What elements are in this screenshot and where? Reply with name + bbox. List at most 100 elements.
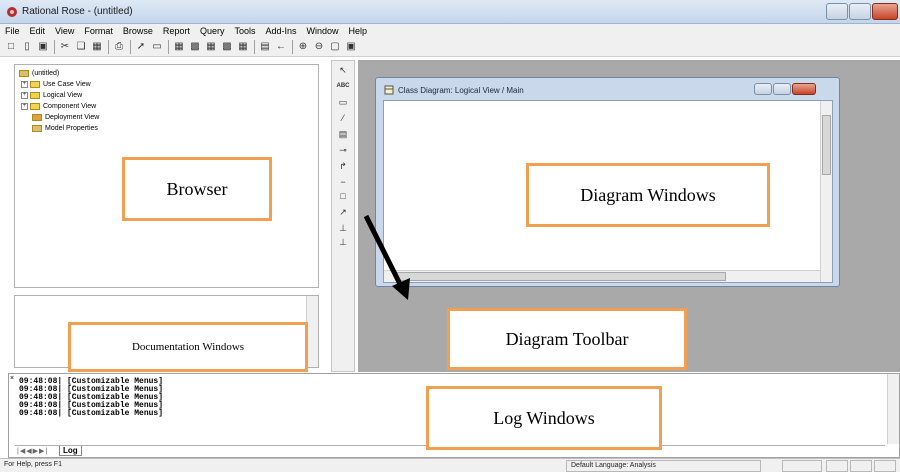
menu-help[interactable]: Help [344,24,373,38]
tab-log[interactable]: Log [59,446,82,456]
log-line: 09:48:08| [Customizable Menus] [19,409,164,418]
rose-app-icon [7,7,17,17]
menu-window[interactable]: Window [302,24,344,38]
properties-icon [32,124,42,132]
new-file-icon[interactable]: □ [4,40,18,54]
selection-arrow-icon[interactable]: ↖ [336,63,350,77]
save-icon[interactable]: ▣ [36,40,50,54]
folder-icon [30,102,40,110]
note-tool-icon[interactable]: ▭ [336,95,350,109]
callout-diagram-toolbar: Diagram Toolbar [447,308,687,370]
copy-icon[interactable]: ❏ [74,40,88,54]
tree-item-deployment-view[interactable]: Deployment View [32,112,99,123]
scrollbar-thumb[interactable] [822,115,831,175]
tree-item-model-properties[interactable]: Model Properties [32,123,98,134]
browse-deployment-diagram-icon[interactable]: ▦ [236,40,250,54]
tab-scroll-arrows-icon[interactable]: |◀◀▶▶| [17,447,48,455]
class-tool-icon[interactable]: ▤ [336,127,350,141]
log-scrollbar[interactable] [887,374,899,444]
cut-icon[interactable]: ✂ [58,40,72,54]
diagram-minimize-button[interactable] [754,83,772,95]
diagram-toolbar: ↖ ABC ▭ ⁄ ▤ ⊸ ↱ − □ ↗ ⊥ ⊥ [331,60,355,372]
toolbar-separator [108,40,109,54]
minimize-button[interactable] [826,3,848,20]
diagram-window-title: Class Diagram: Logical View / Main [398,86,524,95]
standard-toolbar: □ ▯ ▣ ✂ ❏ ▦ ⎙ ➚ ▭ ▦ ▩ ▦ ▩ ▦ ▤ ← ⊕ ⊖ ▢ ▣ [0,38,900,57]
realize-tool-icon[interactable]: ⊥ [336,235,350,249]
status-panel [874,460,896,472]
dependency-tool-icon[interactable]: ↗ [336,205,350,219]
expand-icon[interactable]: + [21,80,28,88]
callout-log-windows: Log Windows [426,386,662,450]
status-panel [826,460,848,472]
menu-bar: File Edit View Format Browse Report Query Tools… [0,24,900,38]
status-panel: Default Language: Analysis [566,460,761,472]
diagram-restore-button[interactable] [773,83,791,95]
toolbar-separator [168,40,169,54]
tree-item-use-case-view[interactable]: + Use Case View [21,79,91,90]
toolbar-separator [254,40,255,54]
browse-interaction-diagram-icon[interactable]: ▩ [188,40,202,54]
log-close-icon[interactable]: × [10,375,14,382]
paste-icon[interactable]: ▦ [90,40,104,54]
browse-component-diagram-icon[interactable]: ▦ [204,40,218,54]
diagram-horizontal-scrollbar[interactable] [384,270,820,282]
diagram-window-icon [384,85,394,95]
status-help-text: For Help, press F1 [4,461,62,468]
status-language: Default Language: Analysis [571,462,656,469]
anchor-note-icon[interactable]: ⁄ [336,111,350,125]
window-title: Rational Rose - (untitled) [22,6,133,17]
scrollbar-thumb[interactable] [396,272,726,281]
menu-add-ins[interactable]: Add-Ins [260,24,301,38]
status-panel [850,460,872,472]
open-folder-icon[interactable]: ▯ [20,40,34,54]
browse-class-diagram-icon[interactable]: ▦ [172,40,186,54]
aggregation-tool-icon[interactable]: − [336,175,350,189]
tree-root[interactable]: (untitled) [19,68,59,79]
context-help-icon[interactable]: ➚ [134,40,148,54]
menu-browse[interactable]: Browse [118,24,158,38]
browse-parent-icon[interactable]: ▤ [258,40,272,54]
maximize-button[interactable] [849,3,871,20]
generalization-tool-icon[interactable]: ⊥ [336,221,350,235]
callout-documentation-windows: Documentation Windows [68,322,308,372]
association-tool-icon[interactable]: ↱ [336,159,350,173]
diagram-vertical-scrollbar[interactable] [820,101,832,282]
browse-previous-icon[interactable]: ← [274,40,288,54]
callout-browser: Browser [122,157,272,221]
deployment-icon [32,113,42,121]
folder-icon [30,91,40,99]
zoom-out-icon[interactable]: ⊖ [312,40,326,54]
toolbar-separator [292,40,293,54]
folder-icon [30,80,40,88]
menu-format[interactable]: Format [79,24,118,38]
toolbar-separator [54,40,55,54]
tree-item-logical-view[interactable]: + Logical View [21,90,82,101]
menu-edit[interactable]: Edit [25,24,51,38]
print-icon[interactable]: ⎙ [112,40,126,54]
expand-icon[interactable]: + [21,102,28,110]
menu-query[interactable]: Query [195,24,230,38]
text-box-tool[interactable]: ABC [336,79,350,93]
menu-file[interactable]: File [0,24,25,38]
status-bar: For Help, press F1 Default Language: Ana… [0,458,900,472]
view-documentation-icon[interactable]: ▭ [150,40,164,54]
interface-tool-icon[interactable]: ⊸ [336,143,350,157]
title-bar: Rational Rose - (untitled) [0,0,900,24]
diagram-close-button[interactable] [792,83,816,95]
pointer-arrow [363,214,410,300]
callout-diagram-windows: Diagram Windows [526,163,770,227]
undo-fit-icon[interactable]: ▣ [344,40,358,54]
zoom-in-icon[interactable]: ⊕ [296,40,310,54]
model-icon [19,69,29,77]
package-tool-icon[interactable]: □ [336,189,350,203]
menu-tools[interactable]: Tools [229,24,260,38]
fit-in-window-icon[interactable]: ▢ [328,40,342,54]
close-button[interactable] [872,3,898,20]
menu-report[interactable]: Report [158,24,195,38]
status-panel [782,460,822,472]
tree-item-component-view[interactable]: + Component View [21,101,96,112]
expand-icon[interactable]: + [21,91,28,99]
menu-view[interactable]: View [50,24,79,38]
browse-state-diagram-icon[interactable]: ▩ [220,40,234,54]
